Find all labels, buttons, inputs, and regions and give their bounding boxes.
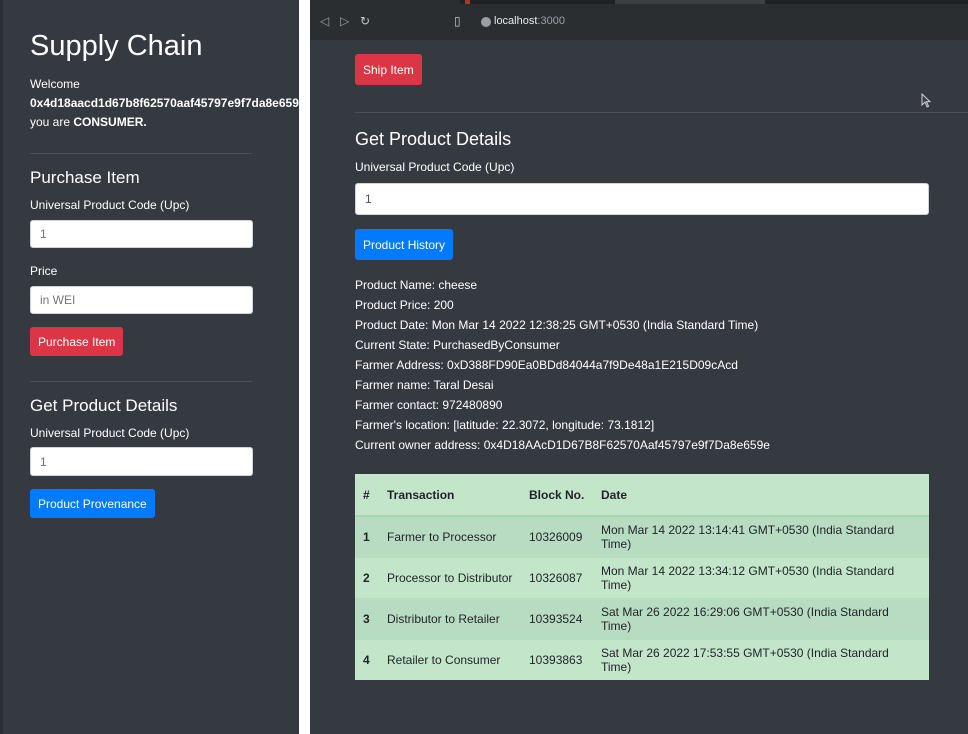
left-app-pane: Supply Chain Welcome 0x4d18aacd1d67b8f62…: [0, 0, 299, 734]
product-info-line: Current State: PurchasedByConsumer: [355, 338, 560, 352]
product-info-line: Farmer Address: 0xD388FD90Ea0BDd84044a7f…: [355, 358, 738, 372]
price-label: Price: [30, 264, 58, 278]
back-icon[interactable]: ◁: [320, 14, 329, 28]
block-number-cell: 10326087: [521, 557, 593, 599]
history-table-body: 1 Farmer to Processor 10326009 Mon Mar 14 2…: [355, 515, 929, 680]
product-info-line: Product Price: 200: [355, 298, 454, 312]
welcome-block: Welcome 0x4d18aacd1d67b8f62570aaf45797e9…: [30, 75, 299, 132]
table-row: 4 Retailer to Consumer 10393863 Sat Mar 26 …: [355, 639, 929, 680]
ship-item-button[interactable]: Ship Item: [355, 54, 422, 85]
row-index: 2: [355, 557, 379, 599]
bookmark-icon[interactable]: ▯: [454, 14, 461, 28]
url-port: :3000: [537, 15, 565, 27]
block-number-cell: 10393863: [521, 639, 593, 680]
product-info-line: Farmer's location: [latitude: 22.3072, l…: [355, 418, 655, 432]
details-heading: Get Product Details: [30, 396, 178, 415]
role-line: you are CONSUMER.: [30, 113, 299, 132]
table-row: 3 Distributor to Retailer 10393524 Sat Mar …: [355, 598, 929, 640]
divider: [355, 112, 968, 113]
col-header-date: Date: [593, 474, 929, 517]
row-index: 4: [355, 639, 379, 680]
purchase-upc-input[interactable]: [30, 220, 253, 248]
table-row: 1 Farmer to Processor 10326009 Mon Mar 14 2…: [355, 515, 929, 558]
transaction-cell: Distributor to Retailer: [379, 598, 521, 640]
product-info-line: Product Name: cheese: [355, 278, 478, 292]
mouse-cursor-icon: [921, 92, 932, 108]
site-info-icon[interactable]: [481, 17, 491, 27]
date-cell: Mon Mar 14 2022 13:14:41 GMT+0530 (India…: [593, 515, 929, 558]
welcome-label: Welcome: [30, 77, 80, 91]
col-header-index: #: [355, 474, 379, 517]
account-address: 0x4d18aacd1d67b8f62570aaf45797e9f7da8e65…: [30, 96, 299, 110]
product-info-line: Farmer name: Taral Desai: [355, 378, 494, 392]
table-header-row: # Transaction Block No. Date: [355, 474, 929, 517]
col-header-block: Block No.: [521, 474, 593, 517]
browser-window: ◁ ▷ ↻ ▯ localhost:3000 Ship Item Get Pro…: [310, 0, 968, 734]
date-cell: Sat Mar 26 2022 17:53:55 GMT+0530 (India…: [593, 639, 929, 680]
history-table: # Transaction Block No. Date 1 Farmer to …: [355, 474, 929, 680]
url-text[interactable]: localhost:3000: [494, 15, 565, 27]
transaction-cell: Farmer to Processor: [379, 515, 521, 558]
details-upc-input[interactable]: [30, 447, 253, 476]
price-input[interactable]: [30, 286, 253, 314]
forward-icon[interactable]: ▷: [340, 14, 349, 28]
purchase-item-button[interactable]: Purchase Item: [30, 327, 124, 356]
details-upc-label: Universal Product Code (Upc): [355, 160, 515, 174]
app-title: Supply Chain: [30, 30, 203, 62]
details-upc-label: Universal Product Code (Upc): [30, 426, 190, 440]
pane-edge: [0, 0, 3, 734]
role-value: CONSUMER.: [73, 115, 147, 129]
details-heading: Get Product Details: [355, 129, 512, 149]
transaction-cell: Processor to Distributor: [379, 557, 521, 599]
table-row: 2 Processor to Distributor 10326087 Mon Mar…: [355, 557, 929, 599]
divider: [30, 153, 252, 154]
details-upc-input[interactable]: [355, 183, 929, 215]
address-bar[interactable]: localhost:3000: [475, 14, 968, 32]
browser-toolbar: ◁ ▷ ↻ ▯ localhost:3000: [310, 4, 968, 40]
divider: [30, 381, 252, 382]
product-info: Product Name: cheese Product Price: 200 Pr…: [355, 275, 770, 455]
row-index: 3: [355, 598, 379, 640]
col-header-transaction: Transaction: [379, 474, 521, 517]
product-provenance-button[interactable]: Product Provenance: [30, 489, 155, 518]
block-number-cell: 10326009: [521, 515, 593, 558]
url-host: localhost: [494, 15, 538, 27]
block-number-cell: 10393524: [521, 598, 593, 640]
product-info-line: Product Date: Mon Mar 14 2022 12:38:25 G…: [355, 318, 759, 332]
purchase-upc-label: Universal Product Code (Upc): [30, 198, 190, 212]
purchase-heading: Purchase Item: [30, 168, 140, 187]
product-info-line: Current owner address: 0x4D18AAcD1D67B8F…: [355, 438, 770, 452]
transaction-cell: Retailer to Consumer: [379, 639, 521, 680]
window-gap: [299, 0, 310, 734]
role-prefix: you are: [30, 115, 71, 129]
product-info-line: Farmer contact: 972480890: [355, 398, 503, 412]
reload-icon[interactable]: ↻: [360, 14, 370, 28]
date-cell: Mon Mar 14 2022 13:34:12 GMT+0530 (India…: [593, 557, 929, 599]
row-index: 1: [355, 515, 379, 558]
product-history-button[interactable]: Product History: [355, 229, 454, 260]
date-cell: Sat Mar 26 2022 16:29:06 GMT+0530 (India…: [593, 598, 929, 640]
